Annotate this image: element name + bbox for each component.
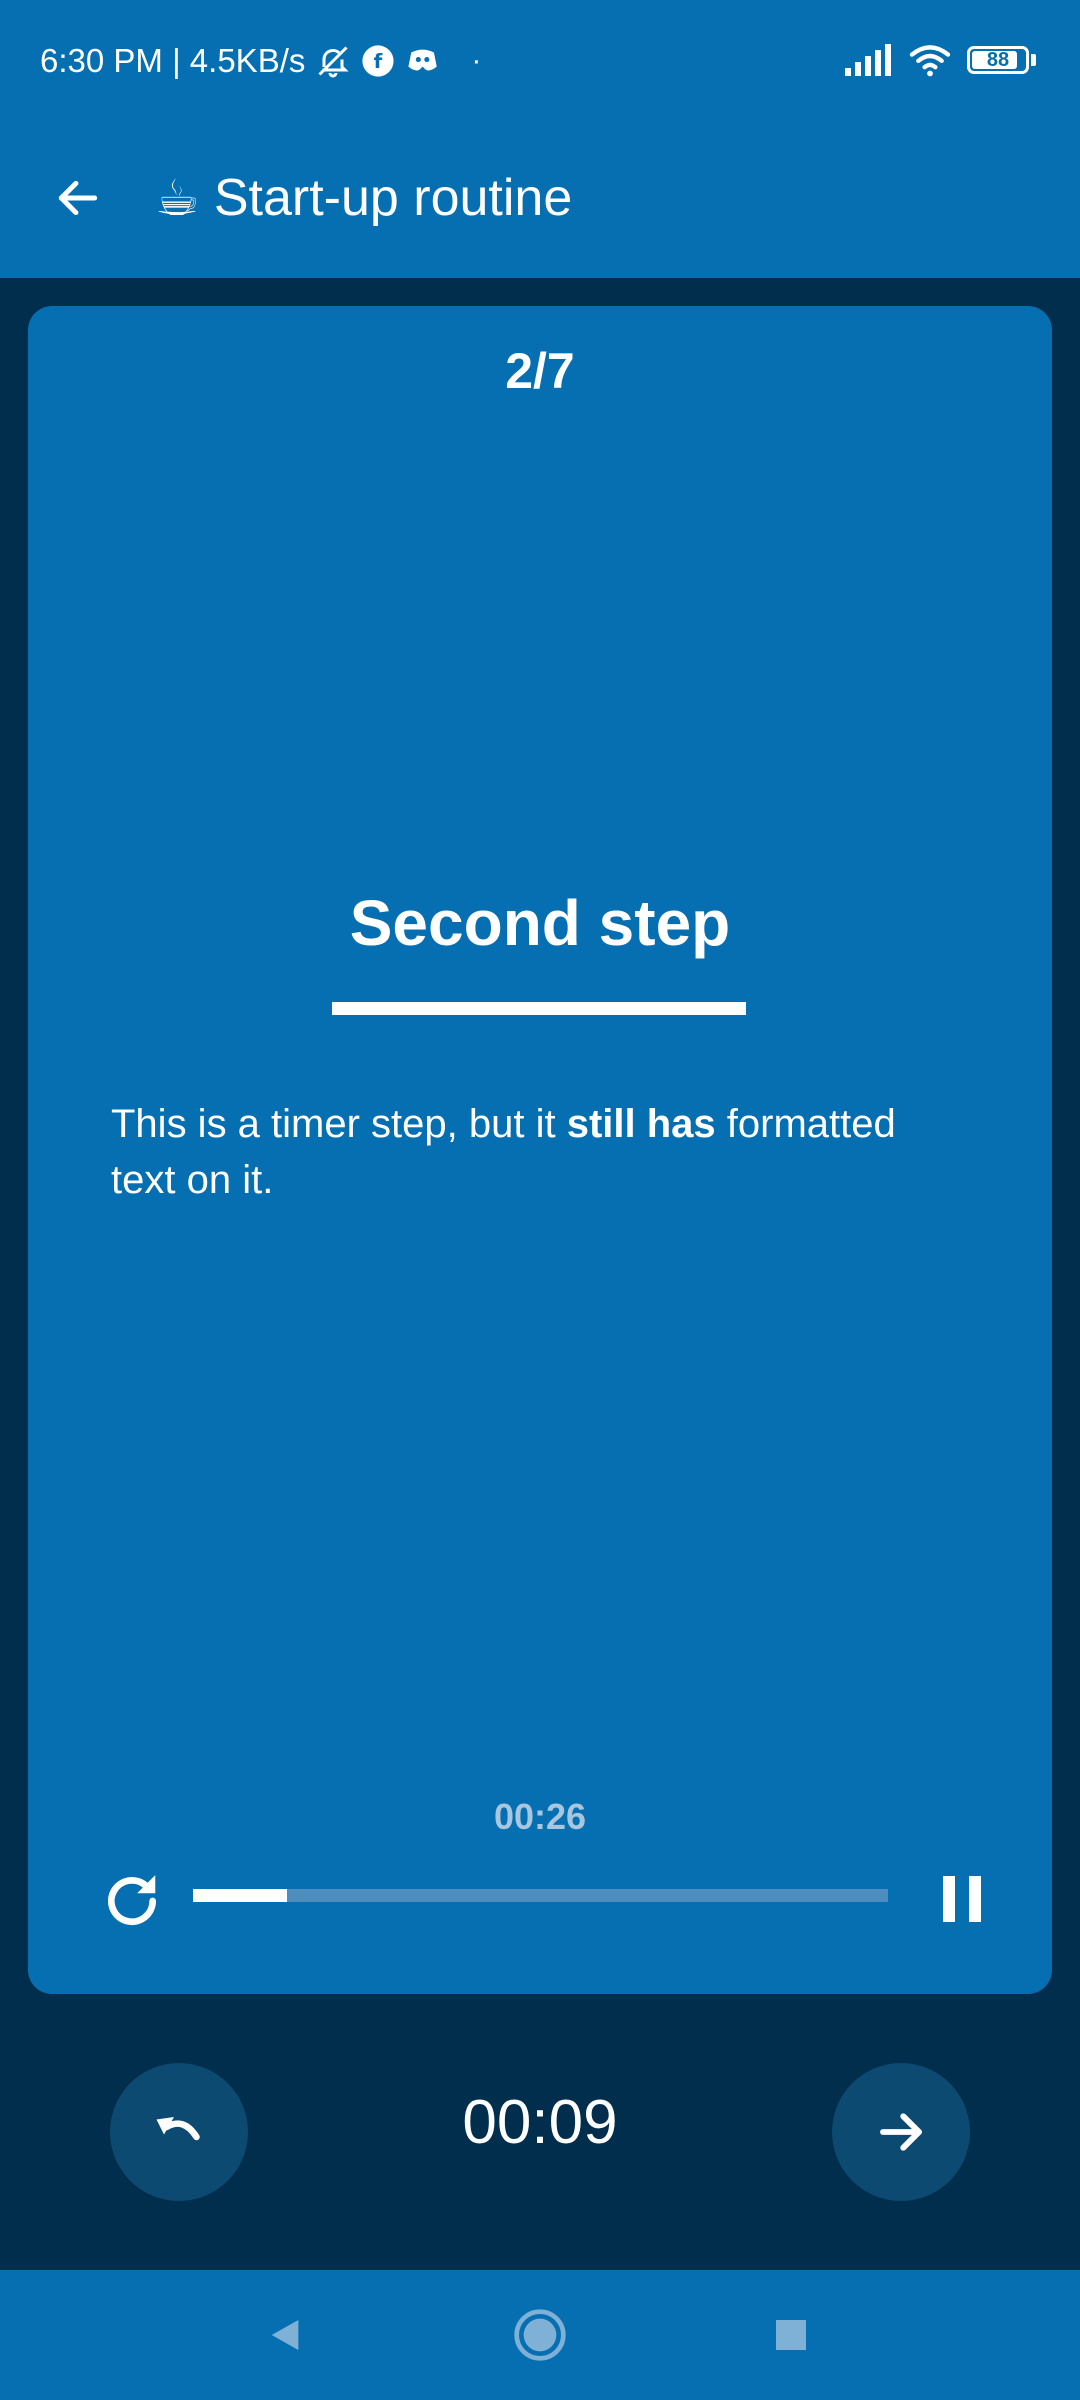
timer-progress-bar	[193, 1889, 888, 1902]
status-dot: ·	[471, 44, 482, 77]
battery-icon: 88	[967, 46, 1036, 74]
nav-recents-button[interactable]	[756, 2300, 826, 2370]
step-body-text: This is a timer step, but it	[111, 1102, 567, 1146]
timer-remaining: 00:26	[493, 1796, 587, 1837]
nav-home-icon	[514, 2309, 566, 2361]
bell-off-icon	[315, 43, 351, 79]
bottom-controls: 00:09	[0, 2025, 1080, 2265]
nav-home-button[interactable]	[505, 2300, 575, 2370]
status-left: 6:30 PM | 4.5KB/s f ·	[40, 42, 481, 80]
page-title: ☕ Start-up routine	[155, 158, 572, 238]
app-bar: ☕ Start-up routine	[0, 130, 1080, 278]
status-right: 88	[845, 42, 1036, 78]
back-button[interactable]	[40, 160, 116, 236]
arrow-right-icon	[880, 2113, 922, 2151]
restart-timer-button[interactable]	[92, 1861, 172, 1941]
step-body-bold: still has	[566, 1102, 716, 1146]
next-step-button[interactable]	[832, 2063, 970, 2201]
nav-recents-icon	[776, 2320, 806, 2350]
nav-back-button[interactable]	[250, 2300, 320, 2370]
coffee-icon: ☕	[155, 170, 200, 226]
battery-level-text: 88	[986, 48, 1010, 71]
restart-icon	[107, 1875, 157, 1926]
battery-cap	[1031, 54, 1036, 66]
system-nav-bar	[0, 2270, 1080, 2400]
step-body: This is a timer step, but it still has f…	[111, 1096, 971, 1208]
pause-button[interactable]	[928, 1864, 998, 1934]
app-icon: f	[361, 44, 395, 78]
arrow-left-icon	[58, 180, 98, 216]
status-time-speed: 6:30 PM | 4.5KB/s	[40, 42, 306, 79]
signal-icon	[845, 44, 893, 76]
step-card: 2/7 Second step This is a timer step, bu…	[28, 306, 1052, 1994]
svg-text:f: f	[374, 50, 383, 73]
nav-back-icon	[271, 2320, 299, 2350]
pause-icon	[943, 1876, 981, 1922]
discord-icon	[405, 44, 443, 78]
status-bar: 6:30 PM | 4.5KB/s f · 88	[0, 0, 1080, 130]
wifi-icon	[907, 42, 953, 78]
page-title-text: Start-up routine	[213, 169, 573, 227]
battery-body: 88	[967, 46, 1029, 74]
title-underline	[332, 1002, 746, 1015]
step-counter: 2/7	[505, 343, 575, 399]
step-title: Second step	[349, 887, 731, 959]
timer-progress-fill	[193, 1889, 287, 1902]
